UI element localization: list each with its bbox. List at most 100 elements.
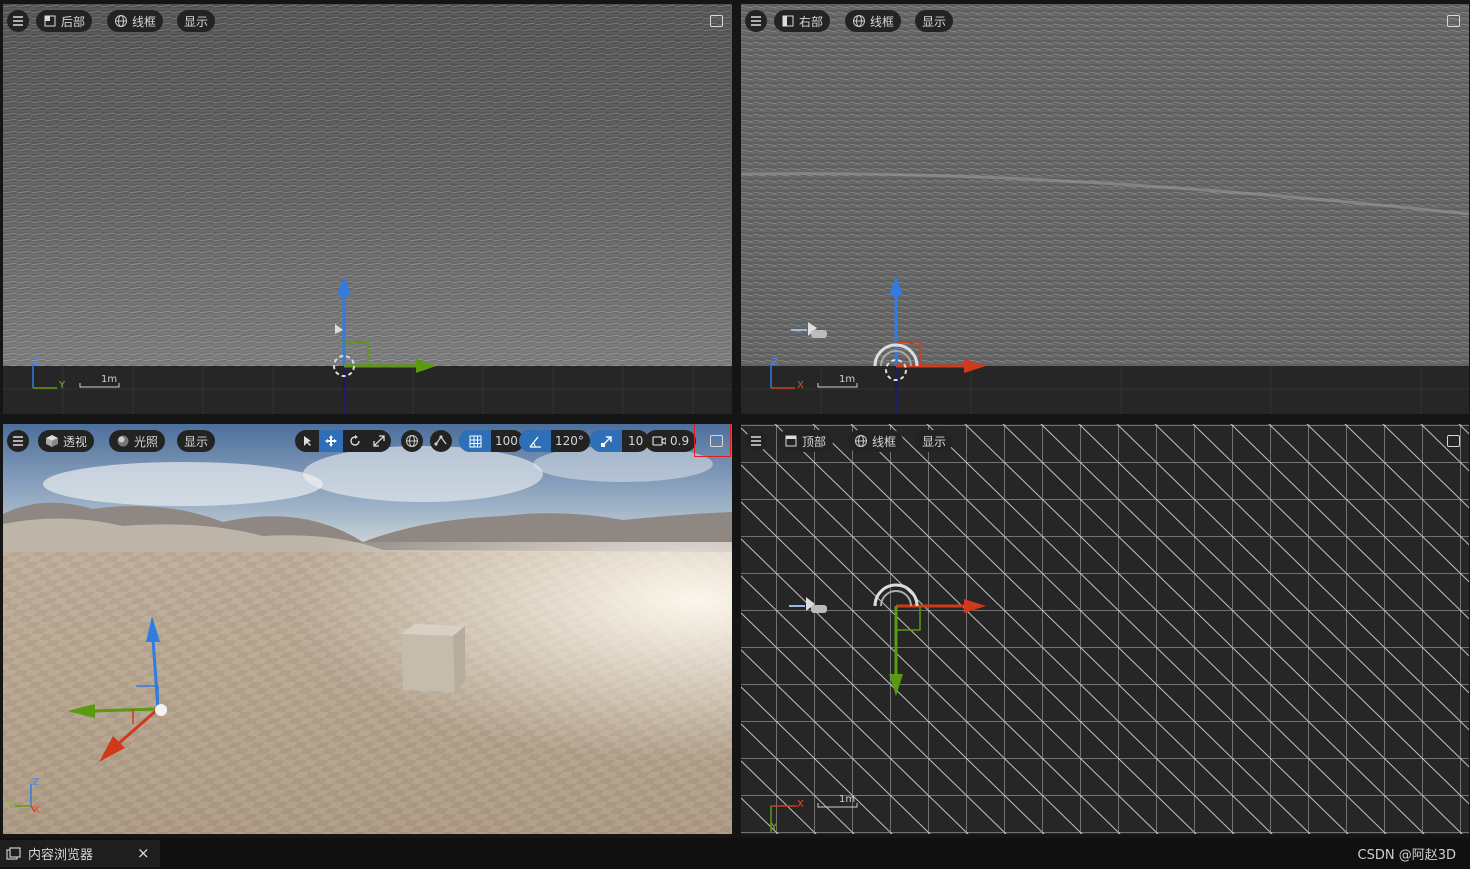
- scale-snap-toggle[interactable]: [590, 430, 622, 452]
- axis-label-y: Y: [59, 380, 66, 391]
- view-mode-label: 线框: [132, 14, 157, 29]
- view-type-label: 透视: [63, 434, 88, 449]
- close-icon[interactable]: ×: [137, 844, 150, 862]
- grid-snap-control[interactable]: 100: [459, 430, 524, 452]
- content-browser-tab[interactable]: 内容浏览器 ×: [0, 840, 160, 867]
- rotation-snap-toggle[interactable]: [519, 430, 551, 452]
- viewport-right[interactable]: 右部 线框 显示 Z X 1m: [741, 4, 1469, 414]
- axis-indicator: [15, 784, 36, 813]
- viewport-back[interactable]: 后部 线框 显示 Z Y 1m: [3, 4, 732, 414]
- maximize-icon: [1446, 15, 1460, 27]
- show-label: 显示: [184, 434, 209, 449]
- perspective-viewport-canvas: [3, 424, 732, 834]
- view-mode-label: 光照: [134, 434, 159, 449]
- rotation-snap-control[interactable]: 120°: [519, 430, 590, 452]
- maximize-icon: [1446, 435, 1460, 447]
- right-viewport-canvas: [741, 4, 1469, 414]
- axis-label-z: Z: [33, 357, 40, 368]
- top-view-icon: [785, 435, 797, 447]
- scale-tool-button[interactable]: [367, 430, 391, 452]
- transform-tools-group: [295, 430, 391, 452]
- select-arrow-icon: [304, 436, 311, 446]
- viewport-menu-button[interactable]: [7, 10, 29, 32]
- angle-snap-icon: [528, 436, 541, 448]
- scale-snap-icon: [600, 435, 612, 447]
- move-tool-button[interactable]: [319, 430, 343, 452]
- view-type-label: 后部: [61, 14, 86, 29]
- show-label: 显示: [922, 434, 947, 449]
- axis-label-z: Z: [32, 777, 39, 788]
- content-browser-label: 内容浏览器: [28, 848, 94, 863]
- scale-snap-control[interactable]: 10: [590, 430, 650, 452]
- view-mode-button[interactable]: 线框: [847, 430, 904, 452]
- show-label: 显示: [184, 14, 209, 29]
- menu-icon: [13, 16, 23, 26]
- show-button[interactable]: 显示: [177, 430, 216, 452]
- lit-sphere-icon: [117, 435, 129, 447]
- axis-label-z: Z: [771, 357, 778, 368]
- highlight-box: [694, 424, 731, 457]
- world-globe-icon: [406, 435, 418, 447]
- axis-label-x: X: [797, 799, 804, 810]
- back-viewport-canvas: [3, 4, 732, 414]
- view-mode-label: 线框: [870, 14, 895, 29]
- viewport-menu-button[interactable]: [745, 430, 767, 452]
- camera-icon: [652, 436, 666, 446]
- rotate-tool-button[interactable]: [343, 430, 367, 452]
- surface-snap-button[interactable]: [430, 430, 452, 452]
- wireframe-sphere-icon: [855, 435, 867, 447]
- scale-bar: [79, 383, 120, 388]
- maximize-button[interactable]: [706, 11, 726, 31]
- show-button[interactable]: 显示: [915, 430, 954, 452]
- axis-label-y: Y: [7, 798, 14, 809]
- grid-snap-toggle[interactable]: [459, 430, 491, 452]
- view-type-label: 顶部: [802, 434, 827, 449]
- wireframe-sphere-icon: [115, 15, 127, 27]
- grid-snap-icon: [469, 435, 481, 447]
- viewport-top[interactable]: 顶部 线框 显示 X Y 1m: [741, 424, 1469, 834]
- view-type-label: 右部: [799, 14, 824, 29]
- grid-snap-value[interactable]: 100: [495, 434, 518, 448]
- status-bar: 内容浏览器 × CSDN @阿赵3D: [0, 838, 1470, 869]
- maximize-button[interactable]: [1443, 431, 1463, 451]
- menu-icon: [751, 436, 761, 446]
- show-button[interactable]: 显示: [177, 10, 216, 32]
- camera-speed-button[interactable]: 0.9: [645, 430, 697, 452]
- perspective-cube-icon: [46, 435, 58, 447]
- world-local-toggle[interactable]: [401, 430, 423, 452]
- viewport-menu-button[interactable]: [745, 10, 767, 32]
- viewport-menu-button[interactable]: [7, 430, 29, 452]
- view-type-button[interactable]: 后部: [36, 10, 93, 32]
- maximize-icon: [709, 15, 723, 27]
- view-mode-button[interactable]: 线框: [107, 10, 164, 32]
- axis-label-x: X: [33, 805, 40, 816]
- axis-label-y: Y: [771, 822, 778, 833]
- camera-speed-value: 0.9: [670, 434, 690, 448]
- show-label: 显示: [922, 14, 947, 29]
- maximize-button[interactable]: [1443, 11, 1463, 31]
- cube-mesh[interactable]: [401, 624, 465, 692]
- scale-snap-value[interactable]: 10: [628, 434, 643, 448]
- view-type-button[interactable]: 顶部: [777, 430, 834, 452]
- rotation-snap-value[interactable]: 120°: [555, 434, 584, 448]
- viewport-perspective[interactable]: 透视 光照 显示 100 120° 10 0.9 Z Y X: [3, 424, 732, 834]
- view-type-button[interactable]: 透视: [38, 430, 95, 452]
- wireframe-sphere-icon: [853, 15, 865, 27]
- view-mode-label: 线框: [872, 434, 897, 449]
- view-mode-button[interactable]: 线框: [845, 10, 902, 32]
- menu-icon: [13, 436, 23, 446]
- content-browser-icon: [6, 846, 21, 860]
- axis-label-x: X: [797, 380, 804, 391]
- surface-snap-icon: [434, 435, 447, 446]
- show-button[interactable]: 显示: [915, 10, 954, 32]
- view-mode-button[interactable]: 光照: [109, 430, 166, 452]
- view-type-button[interactable]: 右部: [774, 10, 831, 32]
- right-view-icon: [782, 15, 794, 27]
- back-view-icon: [44, 15, 56, 27]
- scale-icon: [373, 435, 385, 447]
- scale-bar: [817, 383, 858, 388]
- select-tool-button[interactable]: [295, 430, 319, 452]
- rotate-icon: [350, 435, 360, 446]
- top-viewport-canvas: [741, 424, 1469, 834]
- watermark-credit: CSDN @阿赵3D: [1357, 848, 1456, 863]
